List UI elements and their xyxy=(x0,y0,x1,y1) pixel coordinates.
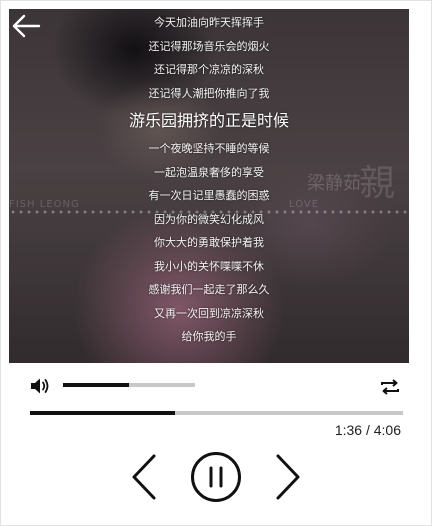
lyric-line: 感谢我们一起走了那么久 xyxy=(148,283,270,296)
volume-slider-fill xyxy=(63,383,129,387)
album-art-with-lyrics: 親 梁静茹 FISH LEONG LOVE 今天加油向昨天挥挥手 还记得那场音乐会… xyxy=(9,9,409,363)
repeat-icon xyxy=(381,379,399,395)
pause-button[interactable] xyxy=(190,451,242,503)
lyric-line: 又再一次回到凉凉深秋 xyxy=(154,306,264,320)
progress-bar-fill xyxy=(30,411,176,415)
chevron-right-icon xyxy=(276,454,300,500)
player-frame: 親 梁静茹 FISH LEONG LOVE 今天加油向昨天挥挥手 还记得那场音乐会… xyxy=(0,0,432,526)
lyric-line: 还记得那个凉凉的深秋 xyxy=(154,63,264,76)
lyric-line: 今天加油向昨天挥挥手 xyxy=(154,16,264,29)
lyric-line: 给你我的手 xyxy=(181,330,237,343)
previous-track-button[interactable] xyxy=(129,453,159,501)
speaker-icon xyxy=(31,378,49,394)
chevron-left-icon xyxy=(132,454,156,500)
progress-bar[interactable] xyxy=(30,411,403,415)
lyric-line-current: 游乐园拥挤的正是时候 xyxy=(128,111,289,130)
volume-slider[interactable] xyxy=(63,383,195,387)
lyric-line: 还记得那场音乐会的烟火 xyxy=(148,39,270,53)
lyric-line: 因为你的微笑幻化成风 xyxy=(154,212,264,226)
next-track-button[interactable] xyxy=(273,453,303,501)
time-display: 1:36 / 4:06 xyxy=(334,422,401,438)
repeat-button[interactable] xyxy=(379,376,401,398)
pause-circle-icon xyxy=(191,452,241,502)
arrow-left-icon xyxy=(12,14,41,38)
lyric-line: 我小小的关怀喋喋不休 xyxy=(154,259,264,273)
back-button[interactable] xyxy=(11,13,41,39)
lyrics-panel[interactable]: 今天加油向昨天挥挥手 还记得那场音乐会的烟火 还记得那个凉凉的深秋 还记得人潮把你推向… xyxy=(9,11,409,349)
volume-button[interactable] xyxy=(30,377,50,395)
lyric-line: 还记得人潮把你推向了我 xyxy=(148,86,270,100)
lyric-line: 有一次日记里愚蠢的困惑 xyxy=(148,189,270,202)
lyric-line: 你大大的勇敢保护着我 xyxy=(154,236,264,249)
lyric-line: 一个夜晚坚持不睡的等候 xyxy=(148,142,270,155)
lyric-line: 一起泡温泉奢侈的享受 xyxy=(154,165,264,179)
